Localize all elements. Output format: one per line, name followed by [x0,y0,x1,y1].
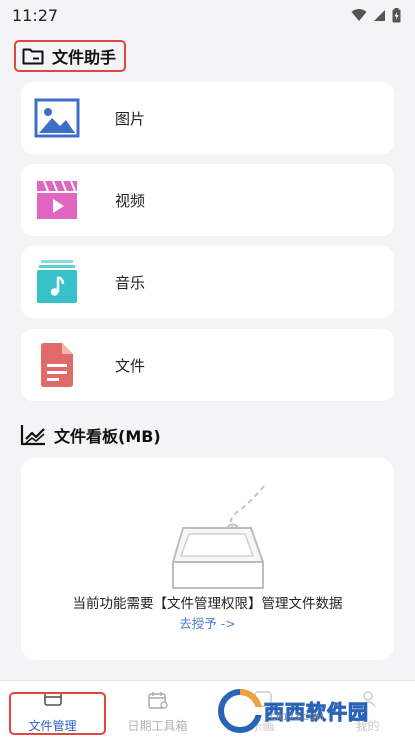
music-card[interactable]: 音乐 [21,246,394,318]
calendar-tab-icon [147,692,168,709]
signal-icon [374,9,385,21]
card-label: 视频 [115,191,146,210]
tab-label: 我的 [355,719,380,733]
empty-box-icon [172,485,265,589]
tab4-icon [359,691,376,707]
card-label: 音乐 [115,273,146,292]
video-card[interactable]: 视频 [21,164,394,236]
tab-label: 日期工具箱 [127,719,188,733]
status-bar: 11:27 [0,0,415,30]
chart-trend-icon [20,425,45,446]
music-icon [34,259,80,305]
tab3-icon [253,691,272,707]
watermark-subtext: CR173.COM [270,713,324,723]
tab-mine[interactable]: 我的 [315,681,415,738]
tab-date-toolbox[interactable]: 日期工具箱 [105,681,210,738]
folder-icon [22,48,44,65]
image-icon [34,95,80,141]
permission-message: 当前功能需要【文件管理权限】管理文件数据 [72,596,343,612]
card-label: 文件 [115,356,146,375]
file-assistant-header: 文件助手 [14,40,127,72]
active-tab-highlight [9,692,106,735]
wifi-icon [351,9,367,21]
files-card[interactable]: 文件 [21,329,394,401]
images-card[interactable]: 图片 [21,82,394,154]
grant-permission-link[interactable]: 去授予 -> [21,613,394,632]
video-icon [34,177,80,223]
document-icon [34,342,80,388]
file-board-card: 当前功能需要【文件管理权限】管理文件数据 去授予 -> [21,458,394,660]
status-icons [351,7,401,23]
card-label: 图片 [115,109,146,128]
section-title: 文件助手 [52,48,117,67]
battery-icon [392,7,401,22]
status-time: 11:27 [12,5,59,25]
section-title: 文件看板(MB) [54,427,161,446]
tab-third[interactable]: 乐画 [210,681,315,738]
file-board-header: 文件看板(MB) [20,420,161,450]
